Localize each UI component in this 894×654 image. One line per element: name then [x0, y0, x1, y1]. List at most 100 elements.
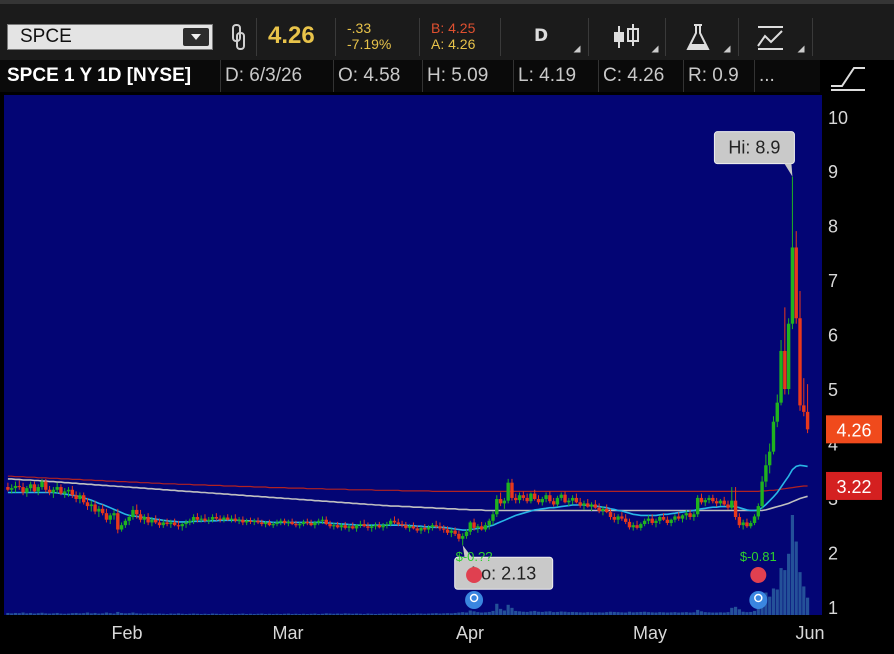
candle-body	[495, 499, 499, 515]
candle-body	[279, 520, 283, 523]
candle-body	[100, 508, 105, 514]
link-icon[interactable]	[228, 22, 250, 52]
candle-body	[275, 522, 279, 525]
studies-flask-icon[interactable]	[683, 22, 713, 52]
volume-bar	[794, 541, 798, 615]
candle-body	[677, 516, 681, 519]
candle-body	[669, 519, 673, 523]
candle-body	[351, 526, 355, 529]
candle-body	[6, 487, 10, 490]
candle-body	[646, 518, 651, 521]
candle-body	[55, 487, 59, 490]
price-badge-label: 4.26	[836, 420, 871, 440]
candle-body	[25, 488, 29, 493]
candle-body	[642, 520, 647, 525]
price-badge-label: 3.22	[836, 477, 871, 497]
drawings-icon[interactable]	[755, 22, 787, 52]
candle-body	[233, 518, 237, 521]
candle-body	[78, 495, 82, 500]
x-tick-label: Feb	[111, 623, 142, 643]
candle-body	[631, 525, 635, 528]
candle-body	[358, 524, 363, 526]
candle-body	[627, 521, 632, 528]
candle-body	[339, 525, 344, 528]
candle-body	[294, 524, 298, 526]
plot-area[interactable]: Hi: 8.9 Lo: 2.13 $-0.?? $-0.81	[4, 95, 822, 615]
candle-body	[605, 508, 609, 513]
candle-body	[491, 514, 495, 521]
candle-body	[298, 524, 302, 526]
candle-body	[157, 522, 162, 526]
candle-body	[460, 536, 465, 539]
candle-body	[70, 489, 75, 496]
candle-body	[36, 487, 40, 492]
dropdown-corner-icon	[723, 45, 731, 53]
candle-body	[252, 520, 256, 523]
candle-body	[623, 518, 628, 522]
candle-body	[434, 525, 438, 527]
candle-body	[301, 521, 306, 525]
candle-body	[574, 497, 579, 503]
candle-body	[559, 494, 563, 498]
toolbar-separator	[256, 18, 257, 56]
toolbar-separator	[419, 18, 420, 56]
candle-body	[661, 516, 666, 520]
candle-body	[783, 350, 787, 390]
candle-body	[699, 497, 704, 503]
timeframe-button[interactable]: D	[534, 26, 548, 46]
candle-body	[260, 522, 264, 525]
earnings-icon	[466, 567, 483, 583]
candle-body	[737, 516, 742, 526]
candle-body	[533, 493, 537, 500]
symbol-text[interactable]: SPCE	[20, 26, 72, 48]
chart-style-icon[interactable]	[828, 62, 868, 92]
y-tick-label: 6	[828, 326, 838, 346]
candle-body	[733, 500, 738, 517]
candle-body	[601, 508, 605, 511]
candle-body	[119, 525, 124, 530]
candle-body	[226, 517, 230, 520]
candle-body	[593, 504, 598, 508]
candle-body	[578, 502, 582, 506]
candle-body	[21, 487, 25, 493]
info-close: C: 4.26	[598, 60, 668, 92]
quote-info-bar: SPCE 1 Y 1D [NYSE] D: 6/3/26 O: 4.58 H: …	[0, 60, 820, 92]
candle-body	[370, 526, 374, 528]
candle-body	[407, 526, 412, 528]
candle-body	[135, 509, 139, 515]
candle-body	[540, 499, 544, 503]
candle-body	[347, 526, 351, 528]
candle-body	[438, 526, 442, 529]
symbol-selector[interactable]: SPCE	[7, 24, 213, 50]
candle-body	[154, 519, 158, 523]
ma-slow-line	[7, 478, 808, 512]
event-bulb-icon	[749, 591, 768, 609]
info-high: H: 5.09	[422, 60, 492, 92]
candle-body	[752, 516, 757, 523]
price-axis[interactable]: 123456789104.263.22	[822, 92, 894, 618]
price-chart[interactable]: Hi: 8.9Lo: 2.13$-0.?? $-0.81	[4, 95, 822, 615]
candle-body	[203, 518, 207, 521]
toolbar-separator	[812, 18, 813, 56]
candle-body	[608, 512, 613, 517]
info-range: R: 0.9	[683, 60, 743, 92]
candle-body	[457, 533, 461, 539]
toolbar: SPCE 4.26 -.33 -7.19% B: 4.25 A: 4.26 D	[0, 0, 894, 60]
candle-body	[536, 499, 541, 503]
candle-body	[354, 525, 359, 529]
y-tick-label: 10	[828, 108, 848, 128]
symbol-dropdown-button[interactable]	[183, 28, 209, 46]
x-tick-label: Mar	[273, 623, 304, 643]
candle-body	[381, 525, 385, 528]
candle-style-icon[interactable]	[610, 22, 642, 52]
candle-body	[529, 493, 533, 502]
time-axis[interactable]: Feb Mar Apr May Jun	[0, 615, 894, 650]
candle-body	[635, 525, 639, 528]
candle-body	[745, 522, 749, 527]
candle-body	[510, 482, 514, 498]
chart-title: SPCE 1 Y 1D [NYSE]	[7, 65, 192, 86]
candle-body	[419, 527, 423, 531]
candle-body	[730, 500, 734, 508]
info-more-button[interactable]: ...	[754, 60, 779, 92]
candle-body	[13, 485, 18, 489]
